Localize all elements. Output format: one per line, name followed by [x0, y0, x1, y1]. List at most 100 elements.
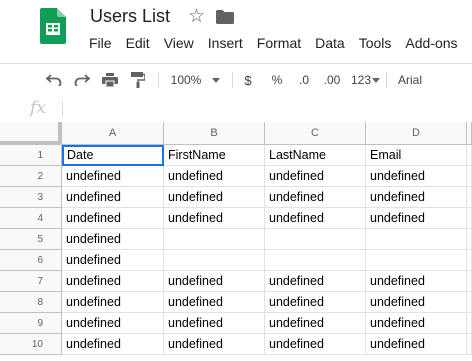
- table-cell[interactable]: undefined: [265, 187, 366, 208]
- menu-edit[interactable]: Edit: [119, 34, 157, 52]
- decrease-decimal-button[interactable]: .0: [294, 70, 314, 90]
- formula-input[interactable]: [68, 99, 458, 119]
- table-cell[interactable]: undefined: [366, 271, 467, 292]
- table-cell[interactable]: undefined: [62, 166, 164, 187]
- menu-view[interactable]: View: [157, 34, 201, 52]
- fx-icon: fx: [30, 98, 46, 118]
- row-header[interactable]: 7: [0, 271, 62, 292]
- row-header[interactable]: 9: [0, 313, 62, 334]
- table-cell[interactable]: undefined: [366, 334, 467, 355]
- table-cell[interactable]: undefined: [164, 166, 265, 187]
- table-cell[interactable]: [164, 250, 265, 271]
- table-cell[interactable]: undefined: [62, 271, 164, 292]
- table-cell[interactable]: [467, 229, 472, 250]
- formula-divider: [62, 101, 63, 117]
- selected-cell[interactable]: Date: [62, 145, 164, 166]
- table-cell[interactable]: undefined: [62, 187, 164, 208]
- menu-file[interactable]: File: [82, 34, 119, 52]
- table-cell[interactable]: [164, 229, 265, 250]
- table-cell[interactable]: undefined: [265, 271, 366, 292]
- table-cell[interactable]: Email: [366, 145, 467, 166]
- print-icon[interactable]: [100, 70, 120, 90]
- menu-tools[interactable]: Tools: [352, 34, 399, 52]
- table-cell[interactable]: undefined: [366, 187, 467, 208]
- paint-format-icon[interactable]: [128, 70, 148, 90]
- row-header[interactable]: 10: [0, 334, 62, 355]
- table-cell[interactable]: [467, 187, 472, 208]
- table-cell[interactable]: undefined: [62, 334, 164, 355]
- row-header[interactable]: 2: [0, 166, 62, 187]
- chevron-down-icon[interactable]: [208, 70, 224, 90]
- table-cell[interactable]: [467, 166, 472, 187]
- row-header[interactable]: 3: [0, 187, 62, 208]
- menu-add-ons[interactable]: Add-ons: [398, 34, 464, 52]
- table-cell[interactable]: undefined: [265, 334, 366, 355]
- folder-icon[interactable]: [216, 10, 234, 24]
- table-cell[interactable]: undefined: [366, 166, 467, 187]
- row-header[interactable]: 6: [0, 250, 62, 271]
- star-icon[interactable]: ☆: [188, 5, 205, 28]
- menu-insert[interactable]: Insert: [201, 34, 250, 52]
- font-family-select[interactable]: Arial: [398, 70, 438, 90]
- select-all-corner[interactable]: [0, 122, 62, 145]
- google-sheets-logo[interactable]: [40, 8, 66, 44]
- menu-data[interactable]: Data: [308, 34, 352, 52]
- column-header[interactable]: D: [366, 122, 467, 145]
- row-header[interactable]: 8: [0, 292, 62, 313]
- column-header[interactable]: C: [265, 122, 366, 145]
- column-header[interactable]: [467, 122, 472, 145]
- table-cell[interactable]: undefined: [62, 208, 164, 229]
- row-header[interactable]: 5: [0, 229, 62, 250]
- table-cell[interactable]: undefined: [62, 292, 164, 313]
- table-cell[interactable]: [366, 229, 467, 250]
- redo-icon[interactable]: [72, 70, 92, 90]
- table-cell[interactable]: undefined: [62, 250, 164, 271]
- formula-bar: fx: [0, 96, 472, 123]
- zoom-select[interactable]: 100%: [168, 70, 204, 90]
- more-formats-button[interactable]: 123: [350, 70, 372, 90]
- table-cell[interactable]: [467, 145, 472, 166]
- table-cell[interactable]: undefined: [164, 187, 265, 208]
- table-cell[interactable]: undefined: [164, 313, 265, 334]
- chevron-down-icon[interactable]: [372, 70, 380, 90]
- table-cell[interactable]: [467, 271, 472, 292]
- table-cell[interactable]: undefined: [164, 292, 265, 313]
- table-cell[interactable]: FirstName: [164, 145, 265, 166]
- column-header[interactable]: A: [62, 122, 164, 145]
- percent-format-button[interactable]: %: [268, 70, 286, 90]
- table-cell[interactable]: undefined: [265, 166, 366, 187]
- column-header[interactable]: B: [164, 122, 265, 145]
- row-header[interactable]: 4: [0, 208, 62, 229]
- increase-decimal-button[interactable]: .00: [320, 70, 344, 90]
- table-cell[interactable]: undefined: [265, 292, 366, 313]
- decrease-decimal-label: .0: [298, 73, 309, 87]
- table-cell[interactable]: undefined: [62, 229, 164, 250]
- undo-icon[interactable]: [44, 70, 64, 90]
- table-cell[interactable]: [467, 292, 472, 313]
- table-cell[interactable]: undefined: [366, 292, 467, 313]
- currency-format-button[interactable]: $: [240, 70, 256, 90]
- table-cell[interactable]: undefined: [265, 313, 366, 334]
- table-cell[interactable]: undefined: [164, 334, 265, 355]
- table-cell[interactable]: [366, 250, 467, 271]
- table-cell[interactable]: [467, 208, 472, 229]
- table-cell[interactable]: [467, 250, 472, 271]
- toolbar-divider: [232, 72, 233, 88]
- sheets-app: Users List ☆ File Edit View Insert Format Dat…: [0, 0, 472, 361]
- toolbar-divider: [158, 72, 159, 88]
- table-cell[interactable]: [265, 229, 366, 250]
- table-cell[interactable]: [467, 313, 472, 334]
- table-cell[interactable]: undefined: [164, 271, 265, 292]
- row-header[interactable]: 1: [0, 145, 62, 166]
- table-cell[interactable]: [265, 250, 366, 271]
- table-cell[interactable]: undefined: [366, 313, 467, 334]
- increase-decimal-label: .00: [323, 73, 341, 87]
- table-cell[interactable]: undefined: [265, 208, 366, 229]
- menu-format[interactable]: Format: [250, 34, 308, 52]
- table-cell[interactable]: undefined: [366, 208, 467, 229]
- table-cell[interactable]: [467, 334, 472, 355]
- document-title[interactable]: Users List: [90, 6, 170, 27]
- table-cell[interactable]: undefined: [164, 208, 265, 229]
- table-cell[interactable]: undefined: [62, 313, 164, 334]
- table-cell[interactable]: LastName: [265, 145, 366, 166]
